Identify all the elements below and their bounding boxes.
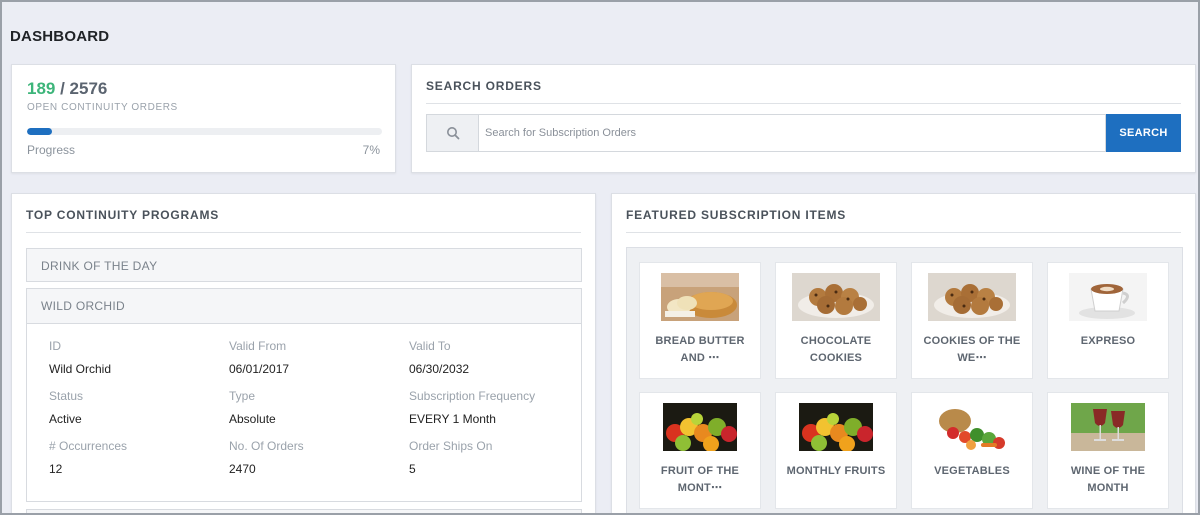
field-value: 06/30/2032 xyxy=(409,362,470,376)
featured-item-name: COOKIES OF THE WE⋯ xyxy=(923,335,1021,364)
field-type: Type Absolute xyxy=(229,389,276,426)
wine-glasses-image xyxy=(1071,403,1145,451)
field-value: 5 xyxy=(409,462,416,476)
featured-item-name: WINE OF THE MONTH xyxy=(1070,465,1146,494)
search-input[interactable] xyxy=(478,114,1106,152)
open-order-count: 189 xyxy=(27,79,56,98)
field-label: Valid To xyxy=(409,339,451,353)
search-orders-heading: SEARCH ORDERS xyxy=(426,79,1181,104)
field-value: Absolute xyxy=(229,412,276,426)
field-label: No. Of Orders xyxy=(229,439,304,453)
featured-item-tile[interactable]: WINE OF THE MONTH xyxy=(1047,392,1169,509)
field-label: Subscription Frequency xyxy=(409,389,536,403)
top-programs-heading: TOP CONTINUITY PROGRAMS xyxy=(26,208,581,233)
field-value: 06/01/2017 xyxy=(229,362,290,376)
field-label: Type xyxy=(229,389,256,403)
order-count: 189 / 2576 xyxy=(27,79,107,99)
dashboard-frame: DASHBOARD 189 / 2576 OPEN CONTINUITY ORD… xyxy=(0,0,1200,515)
progress-bar xyxy=(27,128,382,135)
field-occurrences: # Occurrences 12 xyxy=(49,439,127,476)
featured-items-heading: FEATURED SUBSCRIPTION ITEMS xyxy=(626,208,1181,233)
field-label: Order Ships On xyxy=(409,439,493,453)
page-title: DASHBOARD xyxy=(10,28,110,45)
program-accordion-next[interactable] xyxy=(26,509,582,513)
progress-value: 7% xyxy=(362,143,380,157)
field-value: Wild Orchid xyxy=(49,362,112,376)
field-value: 12 xyxy=(49,462,63,476)
featured-items-grid: BREAD BUTTER AND ⋯ CHOCOLATE COOKIES COO… xyxy=(626,247,1183,513)
field-number-of-orders: No. Of Orders 2470 xyxy=(229,439,304,476)
featured-item-name: VEGETABLES xyxy=(934,465,1010,477)
fruit-basket-image xyxy=(799,403,873,451)
field-label: Valid From xyxy=(229,339,287,353)
field-valid-to: Valid To 06/30/2032 xyxy=(409,339,469,376)
field-subscription-frequency: Subscription Frequency EVERY 1 Month xyxy=(409,389,535,426)
search-row: SEARCH xyxy=(426,114,1181,152)
open-orders-card: 189 / 2576 OPEN CONTINUITY ORDERS Progre… xyxy=(11,64,396,173)
total-order-count: 2576 xyxy=(69,79,108,98)
featured-item-name: CHOCOLATE COOKIES xyxy=(800,335,872,364)
search-orders-card: SEARCH ORDERS SEARCH xyxy=(411,64,1196,173)
program-details: ID Wild Orchid Valid From 06/01/2017 Val… xyxy=(27,323,581,501)
featured-item-name: BREAD BUTTER AND ⋯ xyxy=(655,335,745,364)
open-orders-subtitle: OPEN CONTINUITY ORDERS xyxy=(27,102,178,113)
field-label: # Occurrences xyxy=(49,439,128,453)
vegetables-image xyxy=(933,403,1011,451)
featured-item-tile[interactable]: BREAD BUTTER AND ⋯ xyxy=(639,262,761,379)
search-button[interactable]: SEARCH xyxy=(1106,114,1181,152)
field-order-ships-on: Order Ships On 5 xyxy=(409,439,492,476)
field-label: Status xyxy=(49,389,84,403)
program-title[interactable]: DRINK OF THE DAY xyxy=(27,249,581,283)
featured-item-tile[interactable]: VEGETABLES xyxy=(911,392,1033,509)
featured-items-card: FEATURED SUBSCRIPTION ITEMS BREAD BUTTER xyxy=(611,193,1196,513)
count-separator: / xyxy=(55,79,70,98)
search-icon[interactable] xyxy=(426,114,478,152)
field-value: EVERY 1 Month xyxy=(409,412,496,426)
field-label: ID xyxy=(49,339,61,353)
featured-item-tile[interactable]: CHOCOLATE COOKIES xyxy=(775,262,897,379)
featured-item-name: EXPRESO xyxy=(1080,335,1136,347)
field-value: Active xyxy=(49,412,82,426)
cookies-image xyxy=(792,273,880,321)
field-status: Status Active xyxy=(49,389,83,426)
bread-image xyxy=(661,273,739,321)
progress-fill xyxy=(27,128,52,135)
progress-label: Progress xyxy=(27,143,76,157)
featured-item-name: FRUIT OF THE MONT⋯ xyxy=(660,465,740,494)
featured-item-tile[interactable]: MONTHLY FRUITS xyxy=(775,392,897,509)
field-id: ID Wild Orchid xyxy=(49,339,111,376)
program-accordion-drink-of-the-day[interactable]: DRINK OF THE DAY xyxy=(26,248,582,282)
coffee-cup-image xyxy=(1069,273,1147,321)
featured-item-tile[interactable]: COOKIES OF THE WE⋯ xyxy=(911,262,1033,379)
top-programs-card: TOP CONTINUITY PROGRAMS DRINK OF THE DAY… xyxy=(11,193,596,513)
featured-item-tile[interactable]: EXPRESO xyxy=(1047,262,1169,379)
program-accordion-wild-orchid[interactable]: WILD ORCHID ID Wild Orchid Valid From 06… xyxy=(26,288,582,502)
cookies-image xyxy=(928,273,1016,321)
featured-item-tile[interactable]: FRUIT OF THE MONT⋯ xyxy=(639,392,761,509)
program-title[interactable]: WILD ORCHID xyxy=(27,289,581,323)
featured-item-name: MONTHLY FRUITS xyxy=(786,465,886,477)
field-value: 2470 xyxy=(229,462,256,476)
fruit-basket-image xyxy=(663,403,737,451)
field-valid-from: Valid From 06/01/2017 xyxy=(229,339,289,376)
